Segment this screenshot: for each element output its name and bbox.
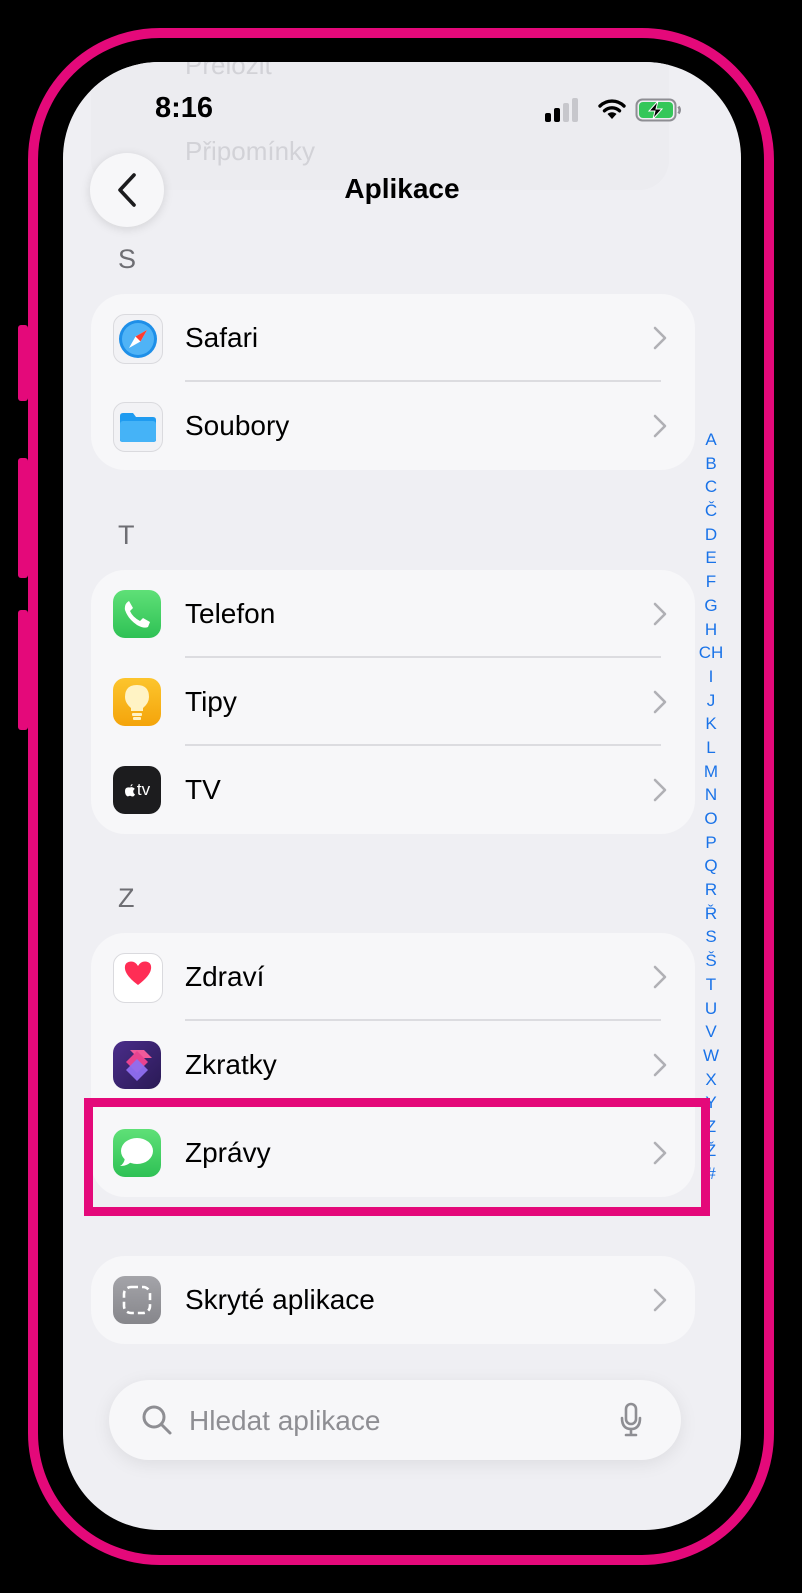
hidden-apps-card: Skryté aplikace [91,1256,695,1344]
microphone-icon[interactable] [619,1402,643,1438]
index-letter[interactable]: W [696,1044,726,1068]
app-label: Safari [185,322,259,353]
index-letter[interactable]: E [696,546,726,570]
index-letter[interactable]: S [696,925,726,949]
app-row-safari[interactable]: Safari [91,294,695,382]
chevron-right-icon [653,1053,667,1077]
index-letter[interactable]: D [696,523,726,547]
index-letter[interactable]: Q [696,854,726,878]
chevron-right-icon [653,965,667,989]
cellular-signal-icon [545,98,581,122]
search-input[interactable] [187,1398,611,1444]
index-letter[interactable]: O [696,807,726,831]
chevron-right-icon [653,1288,667,1312]
alphabet-index[interactable]: A B C Č D E F G H CH I J K L M N O P Q R Ř S Š T U V W X Y Z Ž # [696,428,726,1186]
section-header-t: T [118,520,135,550]
chevron-right-icon [653,602,667,626]
app-row-zkratky[interactable]: Zkratky [91,1021,695,1109]
index-letter[interactable]: T [696,973,726,997]
index-letter[interactable]: N [696,783,726,807]
index-letter[interactable]: X [696,1068,726,1092]
index-letter[interactable]: P [696,831,726,855]
index-letter[interactable]: A [696,428,726,452]
ghost-item-translate: Přeložit [185,62,272,80]
section-header-z: Z [118,883,135,913]
index-letter[interactable]: M [696,760,726,784]
app-row-zdravi[interactable]: Zdraví [91,933,695,1021]
search-icon [142,1405,172,1435]
chevron-right-icon [653,690,667,714]
volume-down-button [18,610,28,730]
index-letter[interactable]: Š [696,949,726,973]
safari-icon [113,314,163,364]
search-bar [109,1380,681,1460]
background-ghost-card [91,62,669,190]
app-label: Zdraví [185,961,265,992]
section-card-s: Safari Soubory [91,294,695,470]
app-row-soubory[interactable]: Soubory [91,382,695,470]
action-button [18,325,28,401]
index-letter[interactable]: C [696,475,726,499]
index-letter[interactable]: CH [696,641,726,665]
chevron-right-icon [653,778,667,802]
section-card-t: Telefon Tipy tv TV [91,570,695,834]
section-header-s: S [118,244,137,274]
app-row-telefon[interactable]: Telefon [91,570,695,658]
apple-tv-icon: tv [113,766,161,814]
chevron-right-icon [653,414,667,438]
hidden-apps-row[interactable]: Skryté aplikace [91,1256,695,1344]
index-letter[interactable]: R [696,878,726,902]
highlight-box-zpravy [84,1098,710,1216]
index-letter[interactable]: K [696,712,726,736]
app-row-tipy[interactable]: Tipy [91,658,695,746]
index-letter[interactable]: J [696,689,726,713]
index-letter[interactable]: Č [696,499,726,523]
wifi-icon [598,99,626,119]
shortcuts-icon [113,1041,161,1089]
volume-up-button [18,458,28,578]
index-letter[interactable]: V [696,1020,726,1044]
battery-charging-icon [635,98,681,122]
page-title: Aplikace [344,173,460,204]
index-letter[interactable]: I [696,665,726,689]
hidden-apps-label: Skryté aplikace [185,1284,375,1315]
chevron-right-icon [653,326,667,350]
app-label: TV [185,774,221,805]
tv-icon-text: tv [136,780,151,799]
ghost-item-reminders: Připomínky [185,136,316,166]
app-label: Soubory [185,410,290,441]
index-letter[interactable]: F [696,570,726,594]
index-letter[interactable]: L [696,736,726,760]
app-label: Zkratky [185,1049,277,1080]
app-label: Telefon [185,598,276,629]
index-letter[interactable]: B [696,452,726,476]
index-letter[interactable]: G [696,594,726,618]
tips-lightbulb-icon [113,678,161,726]
screen: Přeložit Připomínky 8:16 Aplikace S Safa… [63,62,741,1530]
health-heart-icon [113,953,163,1003]
apple-logo-icon [124,784,135,797]
index-letter[interactable]: Ř [696,902,726,926]
phone-icon [113,590,161,638]
hidden-apps-icon [113,1276,161,1324]
index-letter[interactable]: H [696,618,726,642]
files-folder-icon [113,402,163,452]
app-label: Tipy [185,686,237,717]
status-time: 8:16 [155,92,214,124]
index-letter[interactable]: U [696,997,726,1021]
app-row-tv[interactable]: tv TV [91,746,695,834]
